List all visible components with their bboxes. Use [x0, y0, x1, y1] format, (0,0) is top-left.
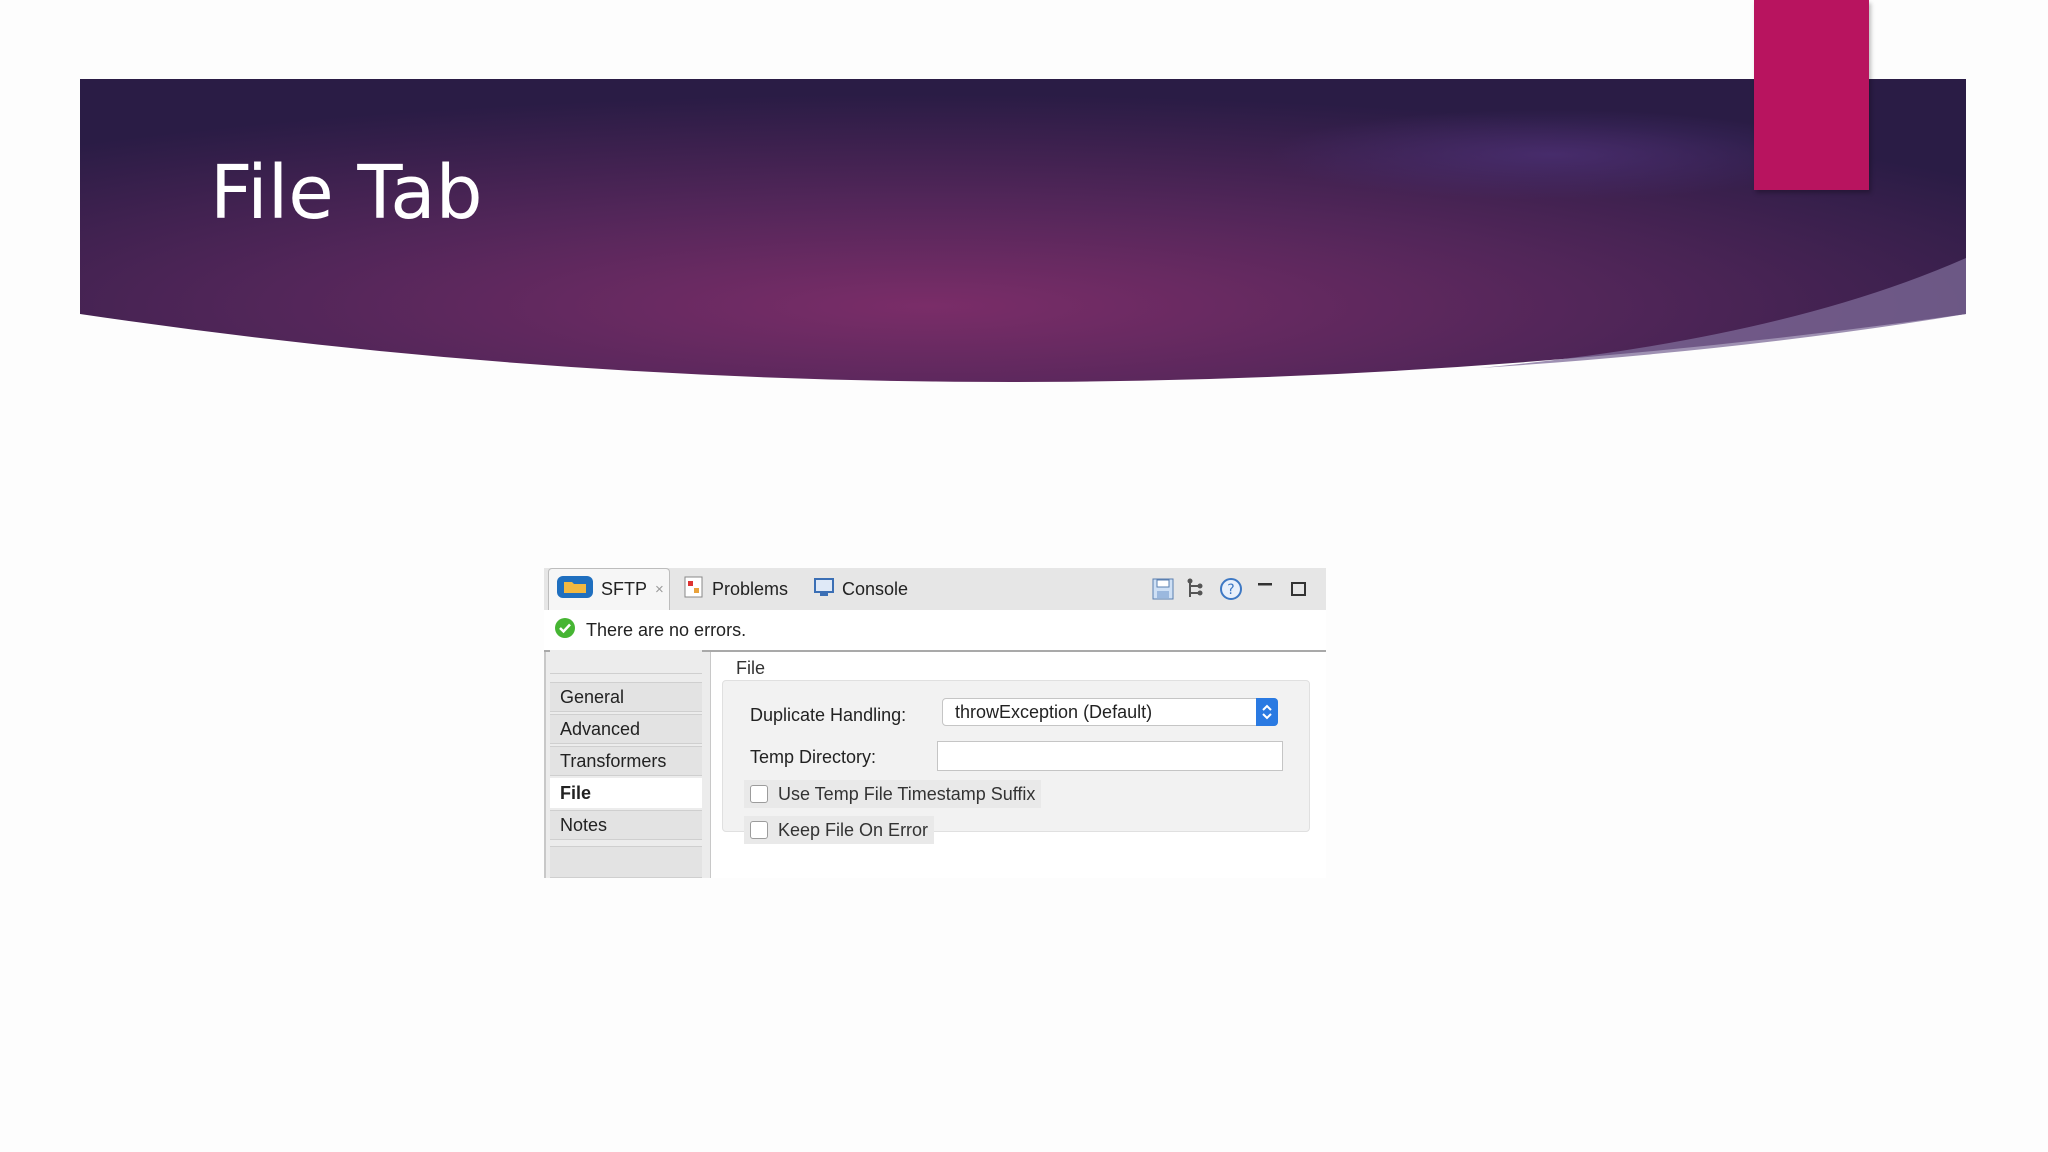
duplicate-handling-value: throwException (Default)	[955, 701, 1153, 722]
console-icon	[814, 577, 834, 602]
tab-sftp[interactable]: SFTP ×	[548, 568, 670, 610]
slide-title: File Tab	[210, 150, 483, 236]
sftp-properties-panel: SFTP × Problems Console ? There are no e…	[544, 568, 1326, 878]
save-icon[interactable]	[1150, 576, 1176, 602]
keep-file-checkbox[interactable]	[750, 821, 768, 839]
tab-console[interactable]: Console	[814, 568, 908, 610]
nav-filler	[550, 846, 702, 878]
tab-problems-label: Problems	[712, 578, 789, 599]
timestamp-suffix-checkbox[interactable]	[750, 785, 768, 803]
keep-file-option[interactable]: Keep File On Error	[744, 816, 935, 844]
nav-item-general[interactable]: General	[550, 682, 702, 712]
accent-tab	[1754, 0, 1869, 190]
nav-spacer	[550, 650, 702, 674]
folder-icon	[557, 576, 593, 603]
status-text: There are no errors.	[586, 619, 747, 640]
duplicate-handling-label: Duplicate Handling:	[750, 705, 907, 725]
nav-item-file[interactable]: File	[550, 778, 702, 808]
tab-sftp-label: SFTP	[601, 579, 648, 599]
temp-directory-label: Temp Directory:	[750, 747, 877, 767]
nav-item-advanced[interactable]: Advanced	[550, 714, 702, 744]
tree-icon[interactable]	[1184, 576, 1210, 602]
check-circle-icon	[554, 617, 576, 644]
maximize-icon[interactable]	[1286, 576, 1312, 602]
svg-text:?: ?	[1227, 582, 1234, 598]
tab-console-label: Console	[842, 578, 909, 599]
close-icon[interactable]: ×	[655, 581, 664, 598]
nav-item-notes[interactable]: Notes	[550, 810, 702, 840]
temp-directory-input[interactable]	[937, 741, 1283, 771]
nav-item-transformers[interactable]: Transformers	[550, 746, 702, 776]
tab-problems[interactable]: Problems	[684, 568, 788, 610]
select-arrows-icon	[1256, 698, 1278, 726]
timestamp-suffix-label: Use Temp File Timestamp Suffix	[778, 783, 1036, 804]
timestamp-suffix-option[interactable]: Use Temp File Timestamp Suffix	[744, 780, 1042, 808]
properties-nav: General Advanced Transformers File Notes	[544, 650, 711, 878]
validation-status: There are no errors.	[544, 610, 1326, 652]
minimize-icon[interactable]	[1252, 576, 1278, 602]
view-tab-bar: SFTP × Problems Console ?	[544, 568, 1326, 611]
section-heading: File	[736, 658, 766, 678]
keep-file-label: Keep File On Error	[778, 819, 929, 840]
duplicate-handling-select[interactable]: throwException (Default)	[942, 698, 1278, 726]
problems-icon	[684, 576, 704, 603]
help-icon[interactable]: ?	[1218, 576, 1244, 602]
